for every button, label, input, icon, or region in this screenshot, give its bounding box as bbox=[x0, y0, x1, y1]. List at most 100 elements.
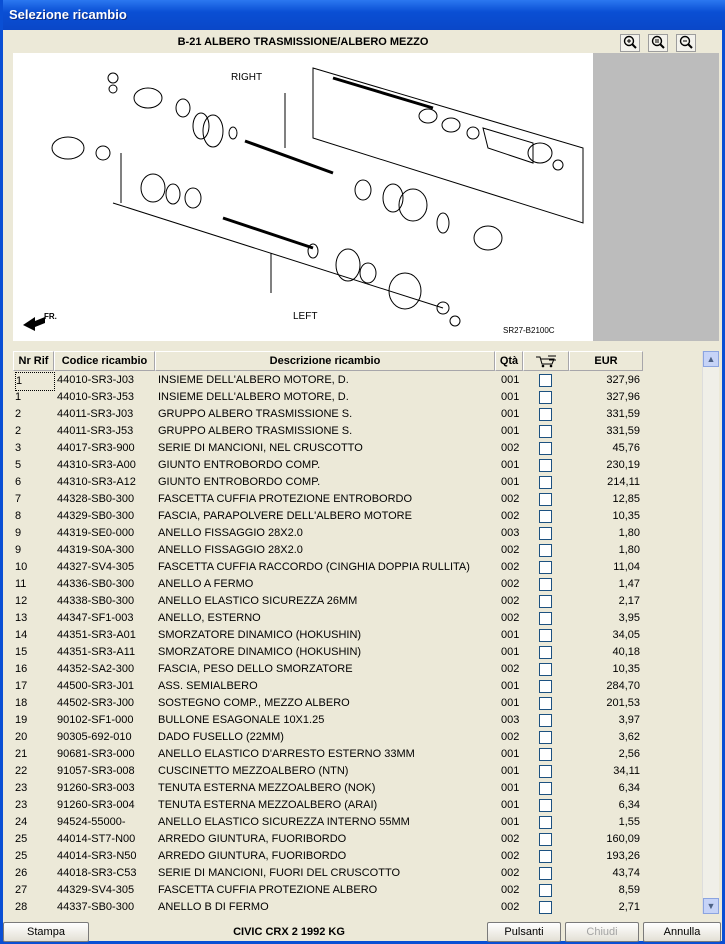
table-row[interactable]: 19 90102-SF1-000 BULLONE ESAGONALE 10X1.25… bbox=[13, 712, 701, 729]
cell-qty: 001 bbox=[501, 782, 520, 794]
table-row[interactable]: 6 44310-SR3-A12 GIUNTO ENTROBORDO COMP. 001… bbox=[13, 474, 701, 491]
cell-qty: 002 bbox=[501, 884, 520, 896]
cell-eur: 11,04 bbox=[613, 561, 640, 573]
table-row[interactable]: 28 44337-SB0-300 ANELLO B DI FERMO 002 2,71 bbox=[13, 899, 701, 914]
table-row[interactable]: 24 94524-55000- ANELLO ELASTICO SICUREZZA … bbox=[13, 814, 701, 831]
col-header-eur[interactable]: EUR bbox=[569, 351, 643, 371]
table-row[interactable]: 2 44011-SR3-J03 GRUPPO ALBERO TRASMISSIONE… bbox=[13, 406, 701, 423]
order-checkbox[interactable] bbox=[539, 391, 552, 404]
scroll-up-button[interactable]: ▲ bbox=[703, 351, 719, 367]
zoom-fit-button[interactable] bbox=[648, 34, 668, 52]
order-checkbox[interactable] bbox=[539, 425, 552, 438]
zoom-out-icon bbox=[679, 35, 693, 49]
order-checkbox[interactable] bbox=[539, 714, 552, 727]
table-row[interactable]: 13 44347-SF1-003 ANELLO, ESTERNO 002 3,95 bbox=[13, 610, 701, 627]
zoom-out-button[interactable] bbox=[676, 34, 696, 52]
order-checkbox[interactable] bbox=[539, 544, 552, 557]
table-row[interactable]: 23 91260-SR3-004 TENUTA ESTERNA MEZZOALBER… bbox=[13, 797, 701, 814]
order-checkbox[interactable] bbox=[539, 578, 552, 591]
zoom-fit-icon bbox=[651, 35, 665, 49]
order-checkbox[interactable] bbox=[539, 493, 552, 506]
order-checkbox[interactable] bbox=[539, 663, 552, 676]
cell-desc: FASCETTA CUFFIA PROTEZIONE ENTROBORDO bbox=[158, 493, 413, 505]
table-row[interactable]: 11 44336-SB0-300 ANELLO A FERMO 002 1,47 bbox=[13, 576, 701, 593]
order-checkbox[interactable] bbox=[539, 731, 552, 744]
buttons-button[interactable]: Pulsanti bbox=[487, 922, 561, 942]
table-row[interactable]: 21 90681-SR3-000 ANELLO ELASTICO D'ARRESTO… bbox=[13, 746, 701, 763]
zoom-in-button[interactable] bbox=[620, 34, 640, 52]
order-checkbox[interactable] bbox=[539, 867, 552, 880]
order-checkbox[interactable] bbox=[539, 850, 552, 863]
cell-nr: 2 bbox=[15, 425, 22, 437]
table-row[interactable]: 20 90305-692-010 DADO FUSELLO (22MM) 002 3,6… bbox=[13, 729, 701, 746]
cell-desc: ANELLO FISSAGGIO 28X2.0 bbox=[158, 544, 303, 556]
col-header-nr[interactable]: Nr Rif bbox=[13, 351, 54, 371]
order-checkbox[interactable] bbox=[539, 527, 552, 540]
table-row[interactable]: 12 44338-SB0-300 ANELLO ELASTICO SICUREZZA… bbox=[13, 593, 701, 610]
table-row[interactable]: 25 44014-ST7-N00 ARREDO GIUNTURA, FUORIBOR… bbox=[13, 831, 701, 848]
order-checkbox[interactable] bbox=[539, 748, 552, 761]
order-checkbox[interactable] bbox=[539, 561, 552, 574]
col-header-cart[interactable] bbox=[523, 351, 569, 371]
order-checkbox[interactable] bbox=[539, 612, 552, 625]
order-checkbox[interactable] bbox=[539, 374, 552, 387]
order-checkbox[interactable] bbox=[539, 510, 552, 523]
table-row[interactable]: 1 44010-SR3-J03 INSIEME DELL'ALBERO MOTORE… bbox=[13, 372, 701, 391]
cell-desc: FASCIA, PESO DELLO SMORZATORE bbox=[158, 663, 353, 675]
order-checkbox[interactable] bbox=[539, 833, 552, 846]
table-row[interactable]: 16 44352-SA2-300 FASCIA, PESO DELLO SMORZA… bbox=[13, 661, 701, 678]
cell-nr: 25 bbox=[15, 850, 28, 862]
order-checkbox[interactable] bbox=[539, 408, 552, 421]
table-row[interactable]: 2 44011-SR3-J53 GRUPPO ALBERO TRASMISSIONE… bbox=[13, 423, 701, 440]
cell-eur: 327,96 bbox=[606, 374, 640, 386]
order-checkbox[interactable] bbox=[539, 629, 552, 642]
table-row[interactable]: 9 44319-S0A-300 ANELLO FISSAGGIO 28X2.0 002… bbox=[13, 542, 701, 559]
order-checkbox[interactable] bbox=[539, 697, 552, 710]
table-row[interactable]: 15 44351-SR3-A11 SMORZATORE DINAMICO (HOKU… bbox=[13, 644, 701, 661]
order-checkbox[interactable] bbox=[539, 442, 552, 455]
close-button[interactable]: Chiudi bbox=[565, 922, 639, 942]
table-row[interactable]: 3 44017-SR3-900 SERIE DI MANCIONI, NEL CRU… bbox=[13, 440, 701, 457]
order-checkbox[interactable] bbox=[539, 782, 552, 795]
col-header-code[interactable]: Codice ricambio bbox=[54, 351, 155, 371]
scroll-down-button[interactable]: ▼ bbox=[703, 898, 719, 914]
table-row[interactable]: 25 44014-SR3-N50 ARREDO GIUNTURA, FUORIBOR… bbox=[13, 848, 701, 865]
cell-qty: 002 bbox=[501, 867, 520, 879]
table-row[interactable]: 26 44018-SR3-C53 SERIE DI MANCIONI, FUORI … bbox=[13, 865, 701, 882]
table-row[interactable]: 9 44319-SE0-000 ANELLO FISSAGGIO 28X2.0 003… bbox=[13, 525, 701, 542]
order-checkbox[interactable] bbox=[539, 884, 552, 897]
exploded-parts-drawing[interactable]: FR. RIGHT LEFT SR27-B2100C bbox=[13, 53, 593, 341]
table-row[interactable]: 5 44310-SR3-A00 GIUNTO ENTROBORDO COMP. 001… bbox=[13, 457, 701, 474]
order-checkbox[interactable] bbox=[539, 901, 552, 914]
table-row[interactable]: 18 44502-SR3-J00 SOSTEGNO COMP., MEZZO ALB… bbox=[13, 695, 701, 712]
order-checkbox[interactable] bbox=[539, 765, 552, 778]
order-checkbox[interactable] bbox=[539, 459, 552, 472]
order-checkbox[interactable] bbox=[539, 476, 552, 489]
table-row[interactable]: 27 44329-SV4-305 FASCETTA CUFFIA PROTEZION… bbox=[13, 882, 701, 899]
table-row[interactable]: 17 44500-SR3-J01 ASS. SEMIALBERO 001 284,70 bbox=[13, 678, 701, 695]
table-row[interactable]: 8 44329-SB0-300 FASCIA, PARAPOLVERE DELL'A… bbox=[13, 508, 701, 525]
order-checkbox[interactable] bbox=[539, 680, 552, 693]
col-header-desc[interactable]: Descrizione ricambio bbox=[155, 351, 495, 371]
cell-qty: 002 bbox=[501, 510, 520, 522]
cell-eur: 1,55 bbox=[618, 816, 640, 828]
order-checkbox[interactable] bbox=[539, 799, 552, 812]
cell-qty: 002 bbox=[501, 442, 520, 454]
table-row[interactable]: 14 44351-SR3-A01 SMORZATORE DINAMICO (HOKU… bbox=[13, 627, 701, 644]
cell-desc: SMORZATORE DINAMICO (HOKUSHIN) bbox=[158, 646, 362, 658]
table-row[interactable]: 7 44328-SB0-300 FASCETTA CUFFIA PROTEZIONE… bbox=[13, 491, 701, 508]
cell-qty: 001 bbox=[501, 425, 520, 437]
cell-code: 44014-SR3-N50 bbox=[57, 850, 137, 862]
order-checkbox[interactable] bbox=[539, 816, 552, 829]
grid-scrollbar[interactable]: ▲ ▼ bbox=[702, 351, 719, 914]
cancel-button[interactable]: Annulla bbox=[643, 922, 721, 942]
table-row[interactable]: 22 91057-SR3-008 CUSCINETTO MEZZOALBERO (N… bbox=[13, 763, 701, 780]
table-row[interactable]: 23 91260-SR3-003 TENUTA ESTERNA MEZZOALBER… bbox=[13, 780, 701, 797]
order-checkbox[interactable] bbox=[539, 595, 552, 608]
cell-qty: 002 bbox=[501, 663, 520, 675]
table-row[interactable]: 10 44327-SV4-305 FASCETTA CUFFIA RACCORDO … bbox=[13, 559, 701, 576]
order-checkbox[interactable] bbox=[539, 646, 552, 659]
col-header-qty[interactable]: Qtà bbox=[495, 351, 523, 371]
table-row[interactable]: 1 44010-SR3-J53 INSIEME DELL'ALBERO MOTORE… bbox=[13, 389, 701, 406]
print-button[interactable]: Stampa bbox=[3, 922, 89, 942]
